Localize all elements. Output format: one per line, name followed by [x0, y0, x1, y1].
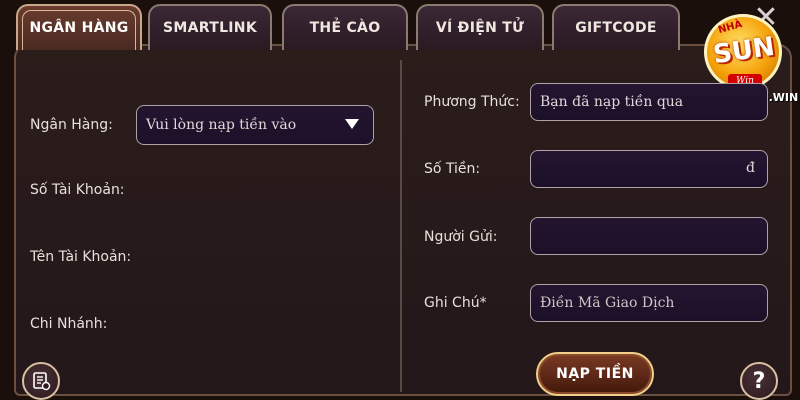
- method-field[interactable]: Bạn đã nạp tiền qua: [530, 83, 768, 121]
- branch-label: Chi Nhánh:: [30, 316, 108, 332]
- currency-symbol: đ: [746, 160, 755, 176]
- account-number-label: Số Tài Khoản:: [30, 182, 125, 198]
- amount-label: Số Tiền:: [424, 161, 481, 177]
- tab-smartlink[interactable]: SMARTLINK: [148, 4, 272, 50]
- tab-the-cao[interactable]: THẺ CÀO: [282, 4, 408, 50]
- history-button[interactable]: [22, 362, 60, 400]
- bank-select-value: Vui lòng nạp tiền vào: [146, 117, 297, 133]
- tab-label: VÍ ĐIỆN TỬ: [435, 20, 525, 36]
- sender-input[interactable]: [530, 217, 768, 255]
- active-tab-border: [22, 10, 136, 50]
- tab-label: GIFTCODE: [575, 20, 657, 36]
- bank-select[interactable]: Vui lòng nạp tiền vào: [136, 105, 374, 145]
- account-name-label: Tên Tài Khoản:: [30, 249, 132, 265]
- method-value: Bạn đã nạp tiền qua: [540, 94, 684, 110]
- tab-giftcode[interactable]: GIFTCODE: [552, 4, 680, 50]
- note-placeholder: Điền Mã Giao Dịch: [540, 295, 675, 311]
- chevron-down-icon: [345, 119, 359, 129]
- note-label: Ghi Chú*: [424, 295, 487, 311]
- column-divider: [400, 60, 402, 392]
- tab-label: SMARTLINK: [163, 20, 257, 36]
- tab-ngan-hang[interactable]: NGÂN HÀNG: [16, 4, 142, 50]
- amount-input[interactable]: đ: [530, 150, 768, 188]
- tab-vi-dien-tu[interactable]: VÍ ĐIỆN TỬ: [416, 4, 544, 50]
- sender-label: Người Gửi:: [424, 229, 498, 245]
- bank-label: Ngân Hàng:: [30, 117, 113, 133]
- history-icon: [33, 372, 51, 391]
- deposit-submit-button[interactable]: NẠP TIỀN: [536, 352, 654, 396]
- help-button[interactable]: ?: [740, 362, 778, 400]
- help-icon: ?: [752, 368, 766, 394]
- submit-label: NẠP TIỀN: [556, 366, 634, 382]
- note-input[interactable]: Điền Mã Giao Dịch: [530, 284, 768, 322]
- tab-label: THẺ CÀO: [309, 20, 381, 36]
- method-label: Phương Thức:: [424, 94, 520, 110]
